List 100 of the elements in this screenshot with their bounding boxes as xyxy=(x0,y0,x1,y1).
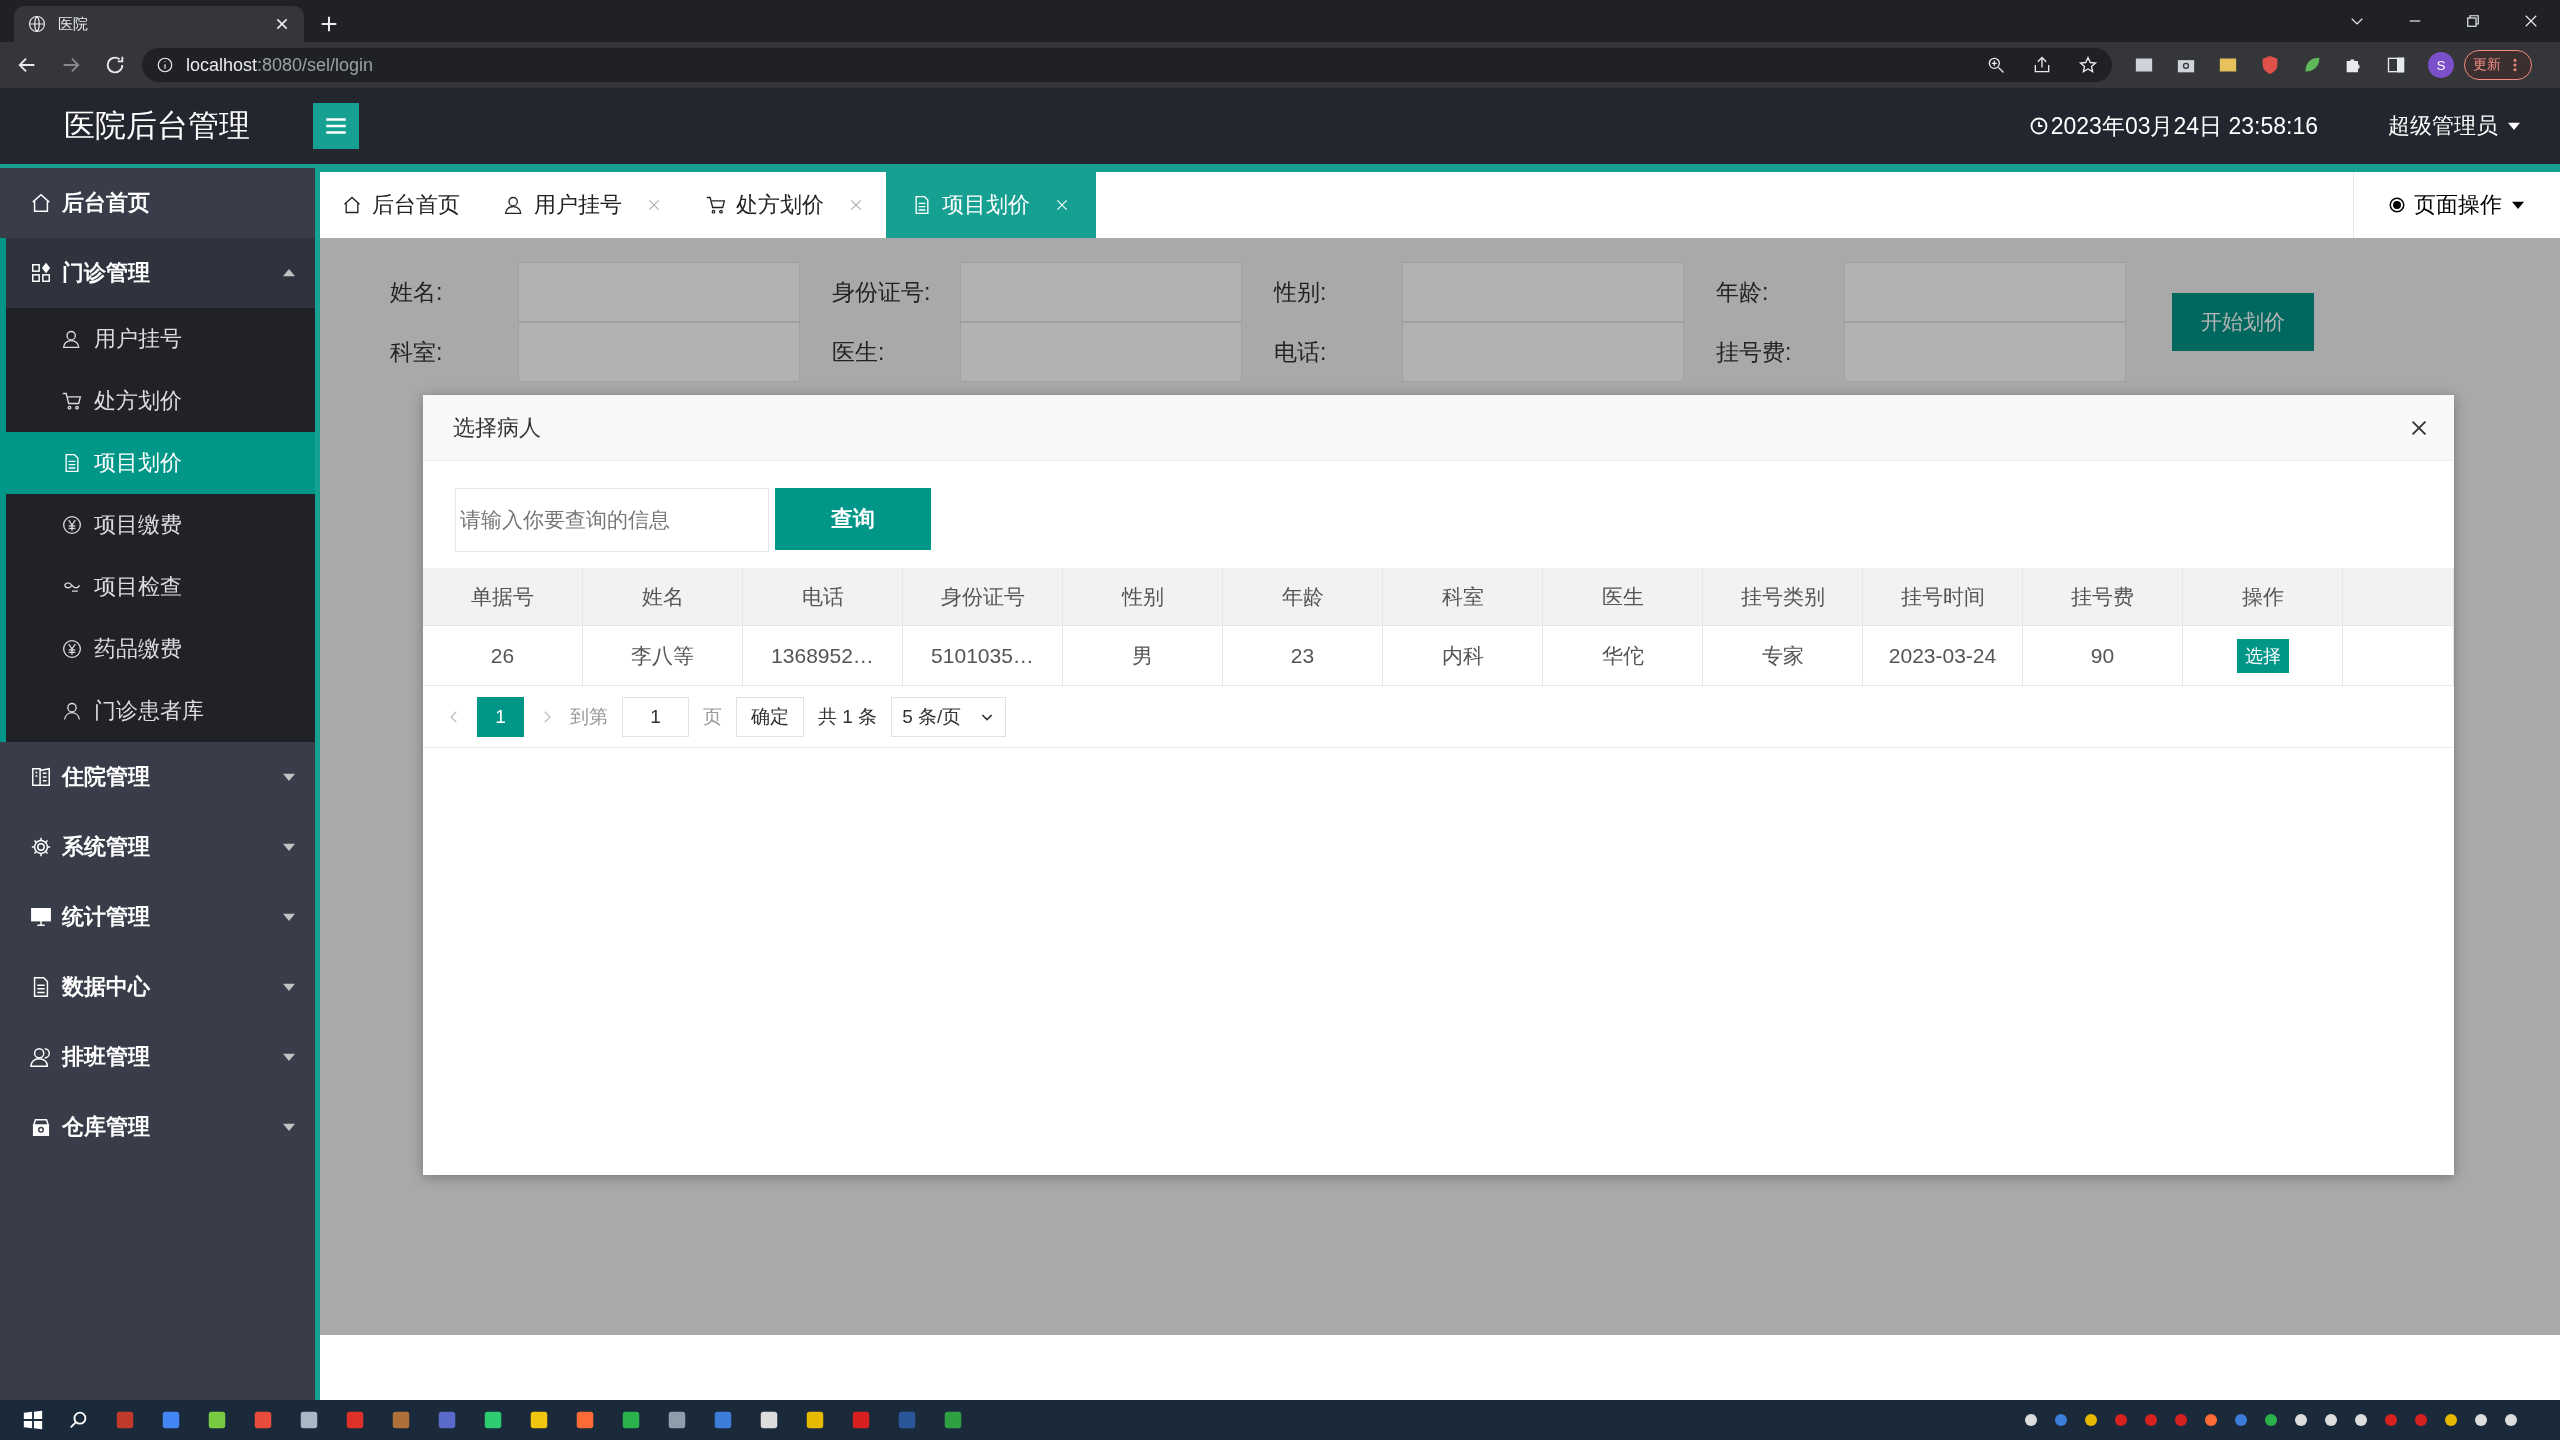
sidebar-item[interactable]: 住院管理 xyxy=(0,742,315,812)
tray-icon[interactable] xyxy=(2352,1411,2370,1429)
sidebar-subitem[interactable]: 项目缴费 xyxy=(6,494,315,556)
home-icon xyxy=(342,195,362,215)
table-cell: 2023-03-24 xyxy=(1863,626,2023,685)
table-cell: 华佗 xyxy=(1543,626,1703,685)
tray-icon[interactable] xyxy=(2202,1411,2220,1429)
tray-icon[interactable] xyxy=(2022,1411,2040,1429)
search-button[interactable]: 查询 xyxy=(775,488,931,550)
modal-title: 选择病人 xyxy=(453,413,541,442)
datetime-text: 2023年03月24日 23:58:16 xyxy=(2050,111,2318,141)
app-icon[interactable] xyxy=(666,1409,688,1431)
reload-icon[interactable] xyxy=(104,54,126,76)
sidebar-subitem[interactable]: 项目检查 xyxy=(6,556,315,618)
sidebar-item[interactable]: 后台首页 xyxy=(0,168,315,238)
field-label: 身份证号: xyxy=(832,277,932,307)
address-bar[interactable]: localhost:8080/sel/login xyxy=(142,48,2112,82)
column-header: 科室 xyxy=(1383,568,1543,625)
app-icon[interactable] xyxy=(482,1409,504,1431)
sidebar-item[interactable]: 统计管理 xyxy=(0,882,315,952)
app-icon[interactable] xyxy=(758,1409,780,1431)
clock-icon xyxy=(2028,116,2049,136)
tray-icon[interactable] xyxy=(2082,1411,2100,1429)
shield-icon[interactable] xyxy=(2260,55,2280,75)
table-cell: 90 xyxy=(2023,626,2183,685)
star-icon[interactable] xyxy=(2078,55,2098,75)
yen-icon xyxy=(62,515,82,535)
page-actions-menu[interactable]: 页面操作 xyxy=(2353,172,2560,238)
tray-icon[interactable] xyxy=(2472,1411,2490,1429)
sidebar-item[interactable]: 仓库管理 xyxy=(0,1092,315,1162)
update-button[interactable]: 更新 xyxy=(2464,50,2532,80)
column-header: 操作 xyxy=(2183,568,2343,625)
grid-icon xyxy=(30,262,52,284)
profile-avatar[interactable]: S xyxy=(2428,52,2454,78)
page-button[interactable]: 1 xyxy=(477,696,524,737)
app-icon[interactable] xyxy=(298,1409,320,1431)
windows-logo-icon[interactable] xyxy=(22,1409,44,1431)
url-text: localhost:8080/sel/login xyxy=(186,54,374,76)
confirm-button[interactable]: 确定 xyxy=(736,696,804,737)
user-icon xyxy=(62,701,82,721)
tray-icon[interactable] xyxy=(2442,1411,2460,1429)
tab[interactable]: 用户挂号 xyxy=(482,172,684,238)
column-header: 医生 xyxy=(1543,568,1703,625)
restore-icon[interactable] xyxy=(2464,12,2482,30)
info-icon xyxy=(156,56,174,74)
sidebar-item[interactable]: 系统管理 xyxy=(0,812,315,882)
page-label: 页 xyxy=(703,704,722,729)
column-header: 年龄 xyxy=(1223,568,1383,625)
tab-title: 医院 xyxy=(58,14,88,34)
zoom-icon[interactable] xyxy=(1986,55,2006,75)
app-icon[interactable] xyxy=(620,1409,642,1431)
app-icon[interactable] xyxy=(942,1409,964,1431)
tray-icon[interactable] xyxy=(2502,1411,2520,1429)
app-title: 医院后台管理 xyxy=(62,107,251,145)
column-header: 单据号 xyxy=(423,568,583,625)
tray-icon[interactable] xyxy=(2322,1411,2340,1429)
tab[interactable]: 后台首页 xyxy=(320,172,482,238)
tray-icon[interactable] xyxy=(2262,1411,2280,1429)
home-icon xyxy=(30,192,52,214)
field-label: 科室: xyxy=(390,337,444,367)
app-icon[interactable] xyxy=(574,1409,596,1431)
sidebar-subitem[interactable]: 用户挂号 xyxy=(6,308,315,370)
column-header: 挂号类别 xyxy=(1703,568,1863,625)
field-label: 挂号费: xyxy=(1716,337,1793,367)
table-cell: 专家 xyxy=(1703,626,1863,685)
sidebar-item[interactable]: 数据中心 xyxy=(0,952,315,1022)
table-cell: 男 xyxy=(1063,626,1223,685)
building-icon xyxy=(30,766,52,788)
page-size-select[interactable]: 5 条/页 xyxy=(891,696,1007,737)
field-label: 电话: xyxy=(1274,337,1328,367)
field-label: 性别: xyxy=(1274,277,1328,307)
user-menu[interactable]: 超级管理员 xyxy=(2388,111,2522,141)
yen-icon xyxy=(62,639,82,659)
table-cell: 内科 xyxy=(1383,626,1543,685)
close-icon[interactable] xyxy=(274,16,290,32)
globe-icon xyxy=(28,15,46,33)
column-header: 电话 xyxy=(743,568,903,625)
search-field[interactable]: 请输入你要查询的信息 xyxy=(455,488,769,552)
app-icon[interactable] xyxy=(206,1409,228,1431)
sidebar-subitem[interactable]: 处方划价 xyxy=(6,370,315,432)
select-button[interactable]: 选择 xyxy=(2236,638,2289,673)
share-icon[interactable] xyxy=(2032,55,2052,75)
radio-icon xyxy=(2388,196,2406,214)
tab[interactable]: 处方划价 xyxy=(684,172,886,238)
sidebar-subitem[interactable]: 门诊患者库 xyxy=(6,680,315,742)
column-header: 性别 xyxy=(1063,568,1223,625)
sidebar-item[interactable]: 排班管理 xyxy=(0,1022,315,1092)
sidebar-icon[interactable] xyxy=(2386,55,2406,75)
app-icon[interactable] xyxy=(528,1409,550,1431)
tray-icon[interactable] xyxy=(2292,1411,2310,1429)
page-input[interactable]: 1 xyxy=(622,696,689,737)
browser-tab[interactable]: 医院 xyxy=(14,6,304,42)
sidebar-item[interactable]: 门诊管理 xyxy=(6,238,315,308)
app-icon[interactable] xyxy=(804,1409,826,1431)
sidebar-subitem[interactable]: 药品缴费 xyxy=(6,618,315,680)
cart-icon xyxy=(62,391,82,411)
table-cell: 1368952… xyxy=(743,626,903,685)
menu-button[interactable] xyxy=(313,103,359,149)
settings-icon xyxy=(30,836,52,858)
table-cell: 23 xyxy=(1223,626,1383,685)
